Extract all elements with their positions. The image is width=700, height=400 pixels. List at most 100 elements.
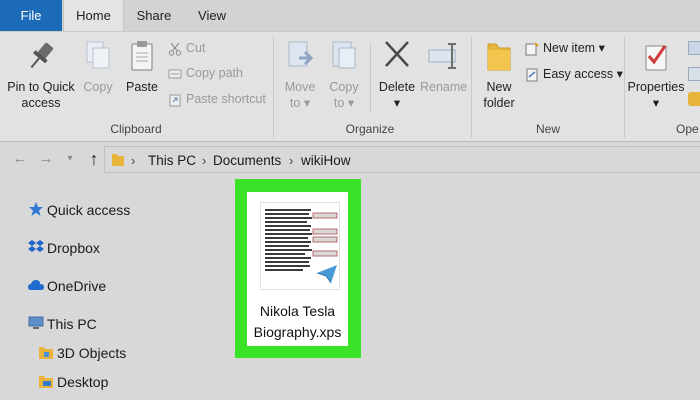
file-name-line1: Nikola Tesla bbox=[259, 303, 336, 319]
new-folder-label-2: folder bbox=[483, 96, 515, 110]
paste-shortcut-button[interactable]: Paste shortcut bbox=[168, 88, 266, 110]
folder-icon bbox=[480, 36, 518, 76]
file-name: Nikola Tesla Biography.xps bbox=[247, 301, 348, 343]
easy-access-label: Easy access bbox=[543, 67, 614, 81]
breadcrumb-wikihow[interactable]: wikiHow bbox=[301, 152, 351, 169]
new-item-button[interactable]: New item ▾ bbox=[525, 37, 605, 59]
paste-label: Paste bbox=[126, 80, 158, 94]
move-to-label-2: to ▾ bbox=[289, 96, 311, 110]
history-icon bbox=[688, 91, 700, 106]
navigation-bar: ← → ▾ ↑ › This PC › Documents › wikiHow bbox=[0, 142, 700, 176]
cloud-icon bbox=[28, 277, 44, 293]
open-button[interactable] bbox=[688, 37, 700, 59]
open-icon bbox=[688, 40, 700, 55]
edit-button[interactable] bbox=[688, 63, 700, 85]
nav-dropbox[interactable]: Dropbox bbox=[28, 239, 100, 257]
delete-dropdown-icon: ▾ bbox=[393, 96, 401, 110]
move-to-icon bbox=[281, 36, 319, 76]
copy-to-label-2: to ▾ bbox=[333, 96, 355, 110]
new-item-label: New item bbox=[543, 41, 596, 55]
copy-label: Copy bbox=[83, 80, 113, 94]
breadcrumb-separator: › bbox=[289, 153, 294, 168]
properties-button[interactable]: Properties ▾ bbox=[626, 36, 686, 111]
new-item-icon bbox=[525, 41, 539, 56]
history-button[interactable] bbox=[688, 88, 700, 110]
folder-icon bbox=[111, 152, 125, 167]
easy-access-button[interactable]: Easy access ▾ bbox=[525, 63, 623, 85]
tab-file[interactable]: File bbox=[0, 0, 62, 31]
properties-label: Properties bbox=[627, 80, 685, 94]
cut-button[interactable]: Cut bbox=[168, 37, 205, 59]
breadcrumb-this-pc[interactable]: This PC bbox=[148, 152, 196, 169]
delete-button[interactable]: Delete ▾ bbox=[376, 36, 418, 111]
new-folder-button[interactable]: New folder bbox=[478, 36, 520, 111]
paste-shortcut-icon bbox=[168, 92, 182, 107]
tab-share[interactable]: Share bbox=[128, 0, 180, 31]
nav-onedrive-label: OneDrive bbox=[47, 278, 107, 294]
open-group-label: Ope bbox=[676, 122, 699, 136]
paste-shortcut-label: Paste shortcut bbox=[186, 92, 266, 106]
x-icon bbox=[378, 36, 416, 76]
group-separator bbox=[273, 36, 274, 138]
move-to-label: Move bbox=[284, 80, 316, 94]
nav-desktop-label: Desktop bbox=[57, 374, 109, 390]
tab-home[interactable]: Home bbox=[63, 0, 124, 31]
nav-3d-objects-label: 3D Objects bbox=[57, 345, 127, 361]
rename-label: Rename bbox=[420, 80, 468, 94]
xps-document-thumbnail bbox=[260, 202, 340, 290]
pin-label-line2: access bbox=[21, 96, 61, 110]
breadcrumb-separator: › bbox=[131, 153, 136, 168]
group-separator bbox=[624, 36, 625, 138]
nav-quick-access-label: Quick access bbox=[47, 202, 131, 218]
desktop-folder-icon bbox=[38, 373, 54, 389]
nav-this-pc[interactable]: This PC bbox=[28, 315, 97, 333]
pin-icon bbox=[22, 36, 60, 76]
back-button[interactable]: ← bbox=[10, 148, 30, 170]
rename-icon bbox=[424, 36, 462, 76]
nav-this-pc-label: This PC bbox=[47, 316, 97, 332]
copy-icon bbox=[79, 36, 117, 76]
scissors-icon bbox=[168, 41, 182, 56]
nav-desktop[interactable]: Desktop bbox=[38, 373, 108, 391]
address-bar[interactable]: › This PC › Documents › wikiHow bbox=[104, 146, 700, 173]
navigation-pane: Quick access Dropbox OneDrive This PC 3D… bbox=[0, 176, 230, 400]
copy-path-label: Copy path bbox=[186, 66, 243, 80]
easy-access-icon bbox=[525, 67, 539, 82]
up-button[interactable]: ↑ bbox=[84, 148, 104, 170]
ribbon: Pin to Quick access Copy Paste Cut Copy … bbox=[0, 31, 700, 142]
nav-3d-objects[interactable]: 3D Objects bbox=[38, 344, 126, 362]
move-to-button[interactable]: Move to ▾ bbox=[280, 36, 320, 111]
forward-button[interactable]: → bbox=[36, 148, 56, 170]
delete-label: Delete bbox=[378, 80, 416, 94]
checkmark-icon bbox=[637, 36, 675, 76]
new-group-label: New bbox=[535, 122, 560, 136]
dropbox-icon bbox=[28, 239, 44, 255]
ribbon-tab-bar: File Home Share View bbox=[0, 0, 700, 31]
paste-button[interactable]: Paste bbox=[122, 36, 162, 95]
nav-onedrive[interactable]: OneDrive bbox=[28, 277, 106, 295]
pin-to-quick-access-button[interactable]: Pin to Quick access bbox=[6, 36, 76, 111]
star-icon bbox=[28, 201, 44, 217]
clipboard-group-label: Clipboard bbox=[110, 122, 162, 136]
nav-dropbox-label: Dropbox bbox=[47, 240, 100, 256]
nav-quick-access[interactable]: Quick access bbox=[28, 201, 130, 219]
copy-to-button[interactable]: Copy to ▾ bbox=[324, 36, 364, 111]
copy-path-button[interactable]: Copy path bbox=[168, 62, 243, 84]
file-item[interactable]: Nikola Tesla Biography.xps bbox=[247, 192, 348, 346]
pin-label-line1: Pin to Quick bbox=[7, 80, 75, 94]
computer-icon bbox=[28, 315, 44, 331]
3d-objects-icon bbox=[38, 344, 54, 360]
organize-separator bbox=[370, 42, 371, 112]
rename-button[interactable]: Rename bbox=[420, 36, 468, 95]
cut-label: Cut bbox=[186, 41, 206, 55]
file-name-line2: Biography.xps bbox=[253, 324, 342, 340]
tab-view[interactable]: View bbox=[188, 0, 236, 31]
copy-button[interactable]: Copy bbox=[78, 36, 118, 95]
new-folder-label-1: New bbox=[486, 80, 512, 94]
breadcrumb-documents[interactable]: Documents bbox=[213, 152, 281, 169]
organize-group-label: Organize bbox=[345, 122, 395, 136]
group-separator bbox=[471, 36, 472, 138]
recent-locations-dropdown[interactable]: ▾ bbox=[60, 148, 80, 170]
breadcrumb-separator: › bbox=[202, 153, 207, 168]
edit-icon bbox=[688, 66, 700, 81]
